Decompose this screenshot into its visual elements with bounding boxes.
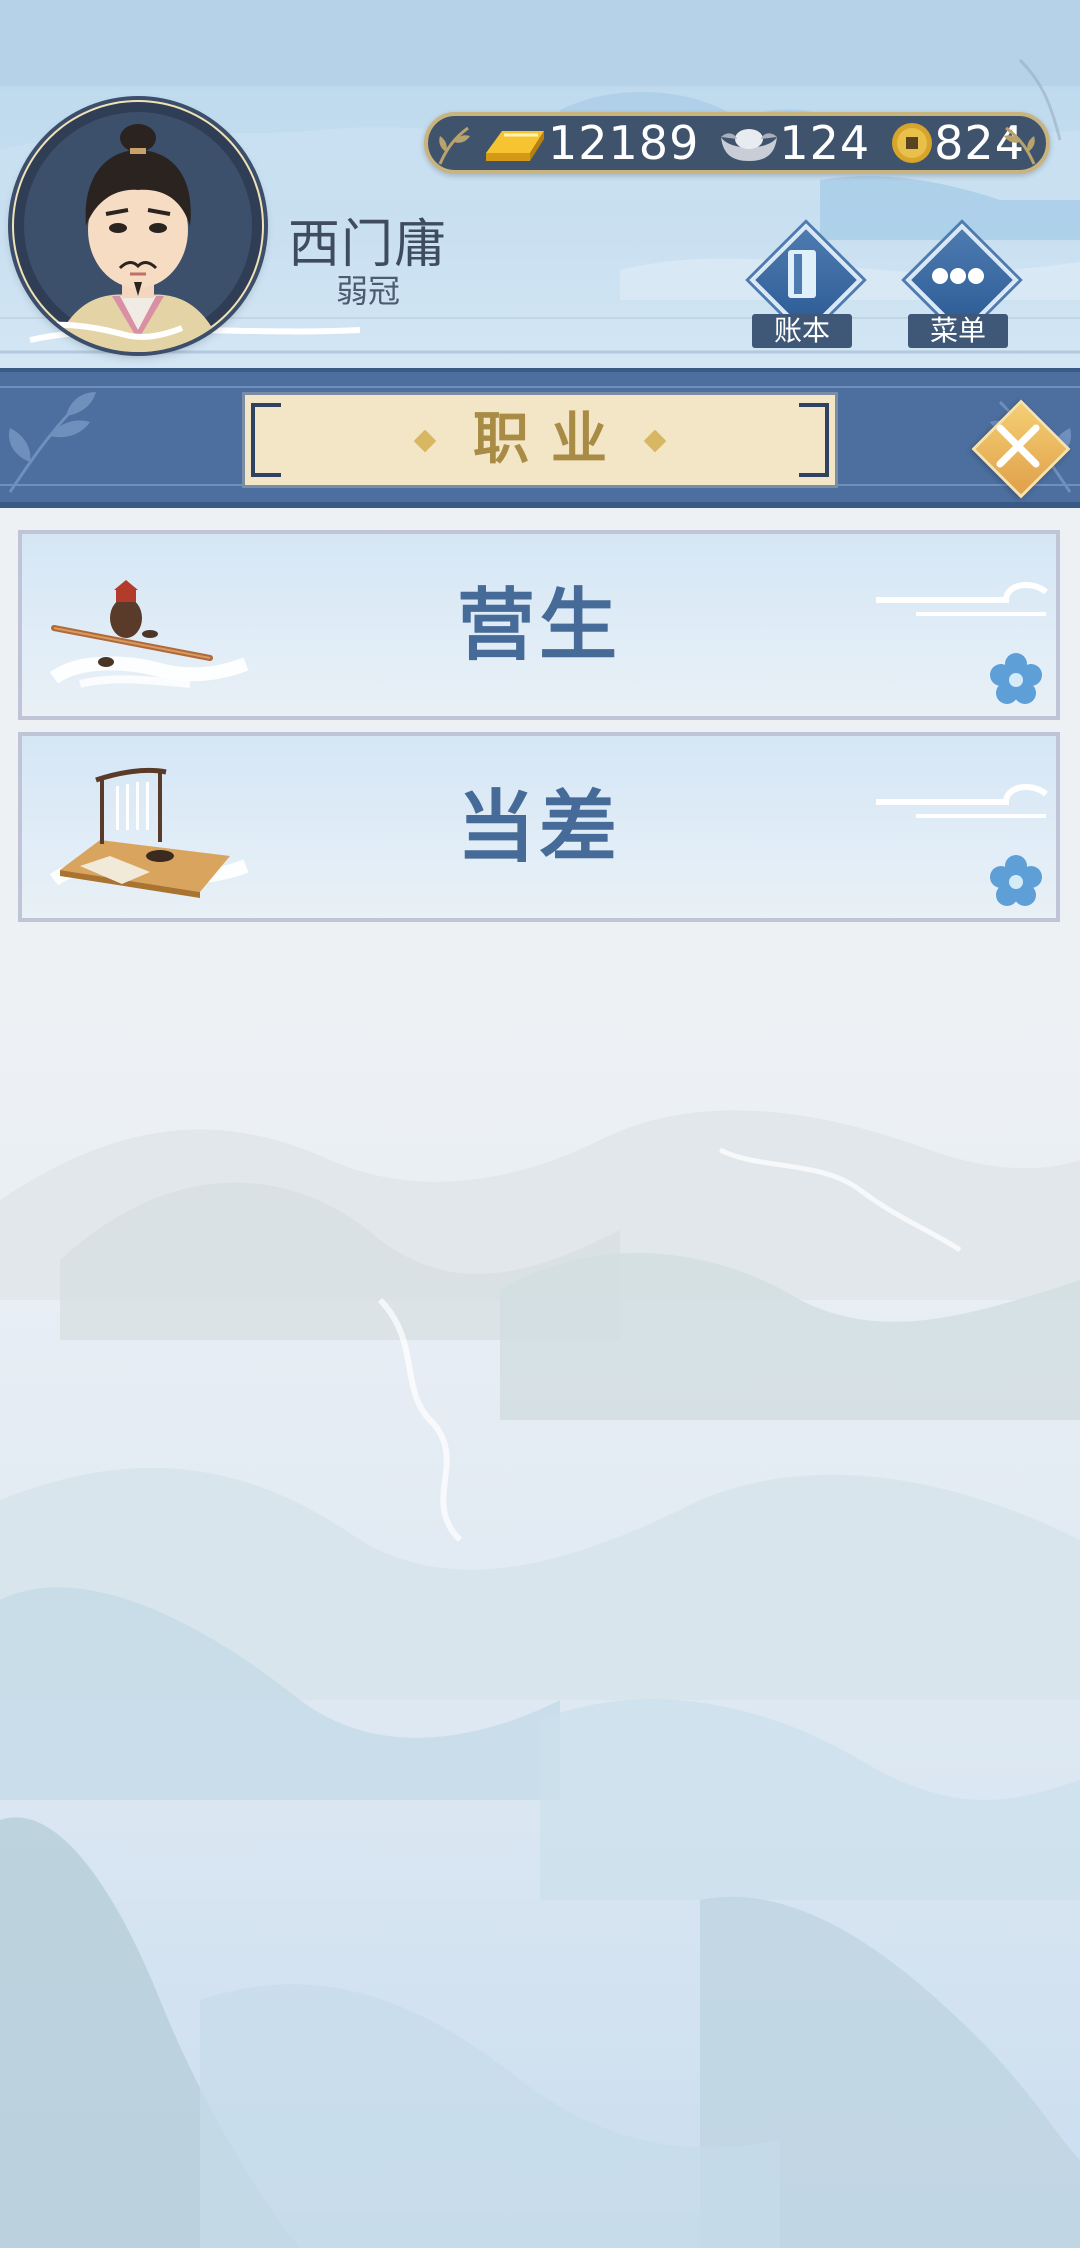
job-card-label: 营生 [456, 581, 621, 671]
close-icon [996, 424, 1040, 468]
job-card-livelihood[interactable]: 营生 [18, 530, 1060, 720]
job-card-official-duty[interactable]: 当差 [18, 732, 1060, 922]
copper-coin-icon [892, 123, 933, 163]
job-card-label: 当差 [456, 783, 621, 873]
ledger-book-icon [788, 250, 816, 298]
bamboo-leaf-icon [1004, 126, 1036, 165]
title-plaque: 职业 [242, 392, 838, 488]
silver-sycee-icon [721, 129, 778, 161]
silver-amount: 124 [779, 116, 871, 170]
page-title: 职业 [473, 407, 629, 472]
player-header: 西门庸 弱冠 12189 124 824 账本 菜单 [0, 0, 1080, 370]
ledger-button[interactable]: 账本 [744, 223, 863, 348]
menu-label: 菜单 [908, 314, 1008, 348]
title-banner: 职业 [0, 368, 1080, 508]
gold-amount: 12189 [548, 116, 700, 170]
player-avatar[interactable] [12, 100, 264, 352]
close-button[interactable] [968, 396, 1071, 499]
gold-ingot-icon [486, 131, 544, 161]
currency-bar: 12189 124 824 [424, 112, 1050, 174]
strip-divider [0, 386, 1080, 388]
gold-currency: 12189 [482, 119, 699, 167]
ledger-label: 账本 [752, 314, 852, 348]
menu-button[interactable]: 菜单 [900, 223, 1019, 348]
bamboo-decoration-icon [8, 392, 96, 493]
more-dots-icon [932, 268, 984, 284]
silver-currency: 124 [719, 120, 870, 166]
player-rank-title: 弱冠 [336, 272, 401, 310]
bamboo-leaf-icon [438, 126, 470, 165]
